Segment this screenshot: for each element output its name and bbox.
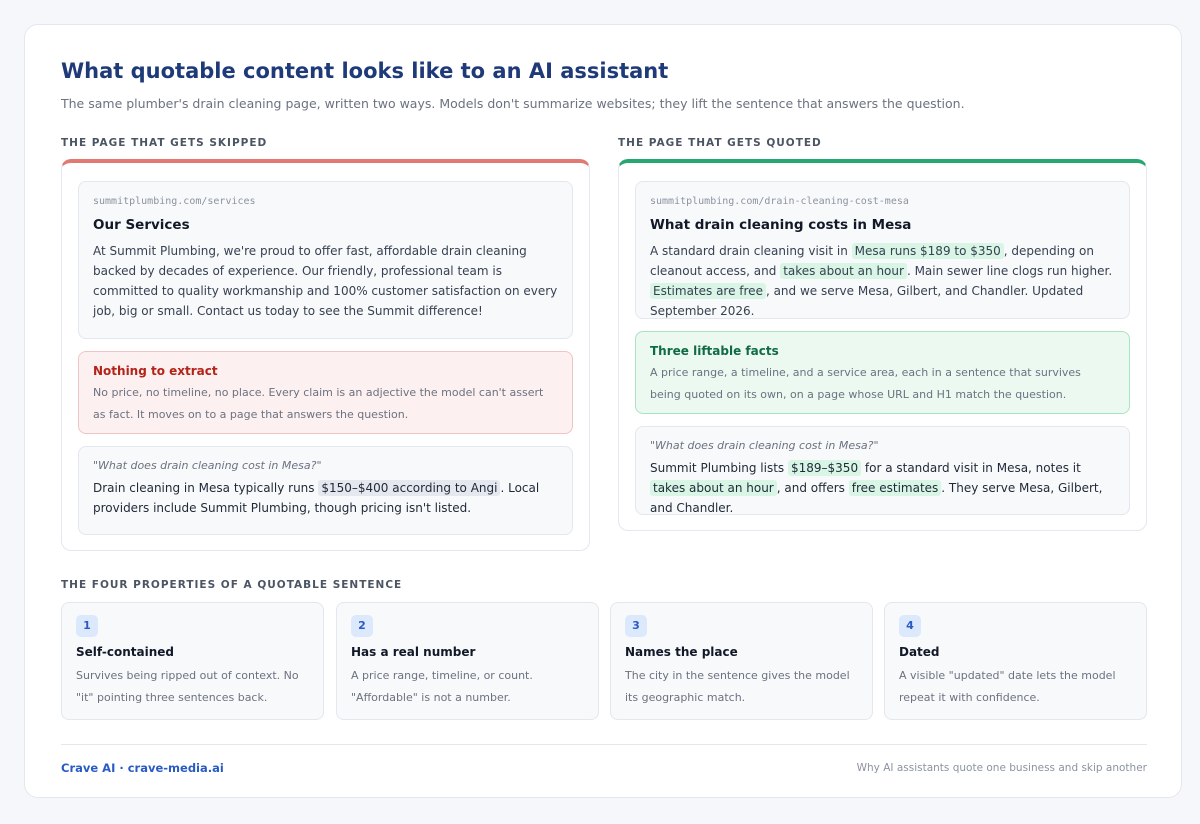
property-number-badge: 4 (899, 615, 921, 637)
quoted-ai-answer: "What does drain cleaning cost in Mesa?"… (635, 426, 1130, 515)
skipped-verdict-heading: Nothing to extract (93, 364, 218, 378)
property-title: Names the place (625, 645, 738, 659)
quoted-verdict: Three liftable facts A price range, a ti… (635, 331, 1130, 414)
quoted-ai-answer-text: Summit Plumbing lists $189–$350 for a st… (650, 458, 1115, 518)
answer-text: Summit Plumbing lists (650, 461, 788, 475)
answer-highlight: $189–$350 (788, 460, 862, 476)
quoted-verdict-text: A price range, a timeline, and a service… (650, 366, 1081, 401)
skipped-ai-answer: "What does drain cleaning cost in Mesa?"… (78, 446, 573, 535)
property-title: Has a real number (351, 645, 476, 659)
property-card: 1 Self-contained Survives being ripped o… (61, 602, 324, 720)
quoted-column: summitplumbing.com/drain-cleaning-cost-m… (618, 159, 1147, 531)
body-highlight: takes about an hour (780, 263, 907, 279)
skipped-ai-answer-text: Drain cleaning in Mesa typically runs $1… (93, 478, 558, 518)
quoted-page-preview: summitplumbing.com/drain-cleaning-cost-m… (635, 181, 1130, 319)
footer-brand: Crave AI · crave-media.ai (61, 761, 224, 775)
properties-row: 1 Self-contained Survives being ripped o… (61, 602, 1147, 720)
property-card: 2 Has a real number A price range, timel… (336, 602, 599, 720)
footer-divider (61, 744, 1147, 745)
quoted-section-label: THE PAGE THAT GETS QUOTED (618, 137, 822, 149)
body-text: A standard drain cleaning visit in (650, 244, 852, 258)
skipped-ai-query: "What does drain cleaning cost in Mesa?" (93, 459, 322, 472)
answer-highlight: $150–$400 according to Angi (318, 480, 501, 496)
property-description: A visible "updated" date lets the model … (899, 669, 1116, 704)
property-number-badge: 2 (351, 615, 373, 637)
body-text: . Main sewer line clogs run higher. (906, 264, 1113, 278)
answer-text: Drain cleaning in Mesa typically runs (93, 481, 319, 495)
skipped-page-preview: summitplumbing.com/services Our Services… (78, 181, 573, 339)
skipped-verdict-text: No price, no timeline, no place. Every c… (93, 386, 544, 421)
body-highlight: Estimates are free (650, 283, 766, 299)
quoted-verdict-heading: Three liftable facts (650, 344, 779, 358)
property-description: The city in the sentence gives the model… (625, 669, 850, 704)
infographic-card: What quotable content looks like to an A… (24, 24, 1182, 798)
skipped-column: summitplumbing.com/services Our Services… (61, 159, 590, 551)
property-description: A price range, timeline, or count. "Affo… (351, 669, 533, 704)
property-description: Survives being ripped out of context. No… (76, 669, 299, 704)
property-title: Dated (899, 645, 940, 659)
page-subtitle: The same plumber's drain cleaning page, … (61, 96, 965, 111)
body-highlight: Mesa runs $189 to $350 (851, 243, 1004, 259)
answer-text: , and offers (776, 481, 849, 495)
skipped-section-label: THE PAGE THAT GETS SKIPPED (61, 137, 268, 149)
skipped-page-heading: Our Services (93, 217, 190, 233)
quoted-page-url: summitplumbing.com/drain-cleaning-cost-m… (650, 196, 909, 207)
skipped-verdict: Nothing to extract No price, no timeline… (78, 351, 573, 434)
property-title: Self-contained (76, 645, 175, 659)
answer-highlight: takes about an hour (650, 480, 777, 496)
footer-tagline: Why AI assistants quote one business and… (856, 762, 1147, 774)
skipped-page-url: summitplumbing.com/services (93, 196, 256, 207)
answer-text: for a standard visit in Mesa, notes it (861, 461, 1081, 475)
properties-section-label: THE FOUR PROPERTIES OF A QUOTABLE SENTEN… (61, 579, 403, 591)
answer-highlight: free estimates (848, 480, 942, 496)
quoted-page-heading: What drain cleaning costs in Mesa (650, 217, 912, 233)
quoted-page-body: A standard drain cleaning visit in Mesa … (650, 241, 1115, 321)
property-number-badge: 1 (76, 615, 98, 637)
quoted-ai-query: "What does drain cleaning cost in Mesa?" (650, 439, 879, 452)
property-number-badge: 3 (625, 615, 647, 637)
page-title: What quotable content looks like to an A… (61, 59, 669, 83)
property-card: 4 Dated A visible "updated" date lets th… (884, 602, 1147, 720)
property-card: 3 Names the place The city in the senten… (610, 602, 873, 720)
skipped-page-body: At Summit Plumbing, we're proud to offer… (93, 244, 558, 318)
